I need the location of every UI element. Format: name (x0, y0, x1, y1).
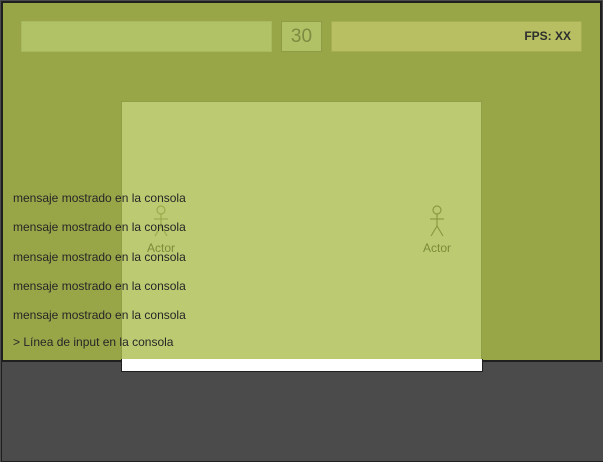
fps-display: FPS: XX (331, 21, 582, 52)
hud-left-bar (21, 21, 272, 52)
console-message: mensaje mostrado en la consola (13, 308, 186, 322)
console-message: mensaje mostrado en la consola (13, 191, 186, 205)
actor-2[interactable]: Actor (417, 205, 457, 255)
console-message: mensaje mostrado en la consola (13, 250, 186, 264)
console-message: mensaje mostrado en la consola (13, 220, 186, 234)
fps-label: FPS: XX (524, 29, 571, 43)
bottom-panel (1, 362, 603, 462)
console-input[interactable]: > Línea de input en la consola (13, 335, 173, 349)
actor-label: Actor (422, 241, 451, 255)
console-message: mensaje mostrado en la consola (13, 279, 186, 293)
counter-display: 30 (281, 21, 322, 52)
world-view-base (121, 359, 483, 372)
stick-figure-icon (430, 205, 444, 237)
